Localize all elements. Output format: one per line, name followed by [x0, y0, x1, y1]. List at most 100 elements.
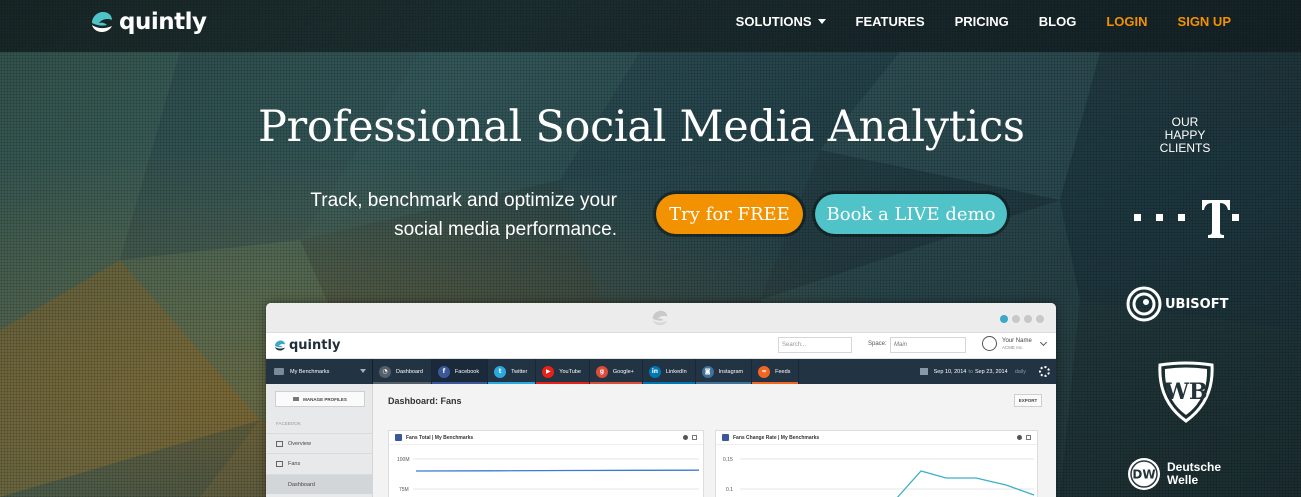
nav-item-label: SIGN UP	[1177, 14, 1231, 29]
deutsche-welle-line-2: Welle	[1167, 473, 1199, 487]
deutsche-welle-logo-text: Deutsche Welle	[1167, 461, 1221, 487]
sidebar-item-overview: Overview	[266, 433, 372, 453]
warner-bros-logo-text: WB	[1163, 379, 1207, 405]
date-to: Sep 23, 2014	[974, 368, 1008, 375]
users-icon	[276, 460, 283, 467]
profiles-icon	[293, 397, 300, 401]
carousel-dot[interactable]	[1036, 315, 1044, 323]
export-button: EXPORT	[1014, 394, 1042, 407]
tab-label: Dashboard	[396, 368, 423, 375]
carousel-dot[interactable]	[1012, 315, 1020, 323]
sidebar-section-title: FACEBOOK	[276, 421, 301, 426]
nav-item-label: PRICING	[954, 14, 1009, 29]
brand-name: quintly	[119, 9, 207, 35]
app-header: quintly Search... Space: Main Your Name …	[266, 333, 1056, 359]
help-icon	[683, 435, 688, 440]
tab-linkedin: in LinkedIn	[642, 359, 696, 384]
user-name: Your Name	[1002, 337, 1032, 344]
nav-item-pricing[interactable]: PRICING	[955, 14, 1009, 29]
app-main: Dashboard: Fans EXPORT Fans Total | My B…	[373, 384, 1056, 497]
quintly-logo-icon	[92, 12, 112, 32]
app-screenshot-preview: quintly Search... Space: Main Your Name …	[266, 303, 1056, 497]
help-icon	[1017, 435, 1022, 440]
app-search-input: Search...	[778, 337, 852, 353]
fans-change-rate-chart: 0.15 0.1	[723, 457, 1035, 497]
tab-google: g Google+	[589, 359, 643, 384]
sidebar-item-label: Dashboard	[288, 481, 315, 488]
calendar-icon	[919, 368, 928, 375]
tab-instagram: ◙ Instagram	[695, 359, 753, 384]
try-for-free-button[interactable]: Try for FREE	[656, 194, 803, 234]
y-tick-label: 0.15	[723, 457, 733, 463]
book-live-demo-button[interactable]: Book a LIVE demo	[815, 194, 1007, 234]
y-tick-label: 75M	[399, 487, 409, 493]
manage-profiles-label: MANAGE PROFILES	[303, 396, 347, 402]
deutsche-welle-badge-text: DW	[1132, 468, 1155, 482]
widget-header: Fans Change Rate | My Benchmarks	[716, 431, 1037, 445]
tab-youtube: ▶ YouTube	[536, 359, 590, 384]
page-title: Dashboard: Fans	[388, 396, 462, 406]
caret-down-icon	[360, 369, 366, 373]
app-body: MANAGE PROFILES FACEBOOK Overview Fans Das…	[266, 384, 1056, 497]
widget-title: Fans Total | My Benchmarks	[406, 434, 474, 441]
y-tick-label: 100M	[397, 457, 410, 463]
nav-item-label: BLOG	[1038, 14, 1077, 29]
nav-item-label: FEATURES	[855, 14, 925, 29]
facebook-icon	[722, 434, 729, 441]
app-tab-bar: My Benchmarks ◔ Dashboard f Facebook t Twitte…	[266, 359, 1056, 384]
feeds-icon: ≈	[758, 365, 771, 378]
nav-item-sign-up[interactable]: SIGN UP	[1178, 14, 1231, 29]
benchmark-selector: My Benchmarks	[266, 359, 373, 384]
app-brand-name: quintly	[289, 338, 341, 353]
tab-label: Twitter	[511, 368, 528, 375]
chevron-down-icon	[1039, 338, 1047, 346]
warner-bros-logo: WB	[1154, 361, 1218, 428]
ubisoft-logo-text: UBISOFT	[1165, 296, 1229, 312]
top-navbar: quintly SOLUTIONS FEATURES PRICING BLOG LOGI…	[0, 0, 1301, 52]
y-tick-label: 0.1	[726, 487, 733, 493]
monitor-icon	[276, 440, 283, 447]
series-line	[896, 470, 1035, 497]
preview-top-bar	[266, 303, 1056, 333]
google-icon: g	[595, 365, 608, 378]
quintly-logo[interactable]: quintly	[90, 9, 207, 35]
twitter-icon: t	[494, 365, 507, 378]
main-nav: SOLUTIONS FEATURES PRICING BLOG LOGIN SIGN UP	[706, 14, 1231, 29]
widget-fans-total: Fans Total | My Benchmarks 100M 75M	[388, 430, 704, 497]
tab-feeds: ≈ Feeds	[752, 359, 800, 384]
nav-item-blog[interactable]: BLOG	[1039, 14, 1077, 29]
nav-item-label: LOGIN	[1106, 14, 1148, 29]
sidebar-item-dashboard: Dashboard	[266, 474, 372, 494]
widget-title: Fans Change Rate | My Benchmarks	[733, 434, 820, 441]
manage-profiles-button: MANAGE PROFILES	[275, 391, 365, 407]
quintly-logo-icon	[652, 310, 668, 326]
dashboard-icon: ◔	[379, 365, 391, 378]
nav-item-login[interactable]: LOGIN	[1106, 14, 1147, 29]
carousel-pager	[1000, 315, 1044, 323]
sidebar-item-label: Fans	[288, 460, 301, 467]
date-range: Sep 10, 2014 to Sep 23, 2014 daily	[919, 368, 1028, 375]
nav-item-features[interactable]: FEATURES	[856, 14, 925, 29]
caret-down-icon	[817, 19, 826, 24]
tab-facebook: f Facebook	[431, 359, 489, 384]
facebook-icon	[395, 434, 402, 441]
sidebar-item-fans: Fans	[266, 453, 372, 473]
instagram-icon: ◙	[701, 365, 714, 378]
carousel-dot[interactable]	[1000, 315, 1008, 323]
tab-dashboard: ◔ Dashboard	[373, 359, 432, 384]
linkedin-icon: in	[648, 365, 661, 378]
telekom-logo-icon	[1132, 198, 1242, 245]
tab-label: Feeds	[775, 368, 791, 375]
benchmark-label: My Benchmarks	[290, 368, 330, 375]
hero-subtitle-line-1: Track, benchmark and optimize your	[310, 190, 617, 211]
expand-icon	[1026, 435, 1031, 440]
sidebar-item-label: Overview	[288, 440, 311, 447]
clients-heading-line-3: CLIENTS	[1159, 141, 1211, 155]
nav-item-label: SOLUTIONS	[735, 14, 812, 29]
tab-label: Instagram	[718, 368, 744, 375]
carousel-dot[interactable]	[1024, 315, 1032, 323]
quintly-logo-icon	[275, 340, 285, 351]
date-from: Sep 10, 2014	[933, 368, 967, 375]
series-line	[415, 469, 700, 472]
nav-item-solutions[interactable]: SOLUTIONS	[736, 14, 826, 29]
